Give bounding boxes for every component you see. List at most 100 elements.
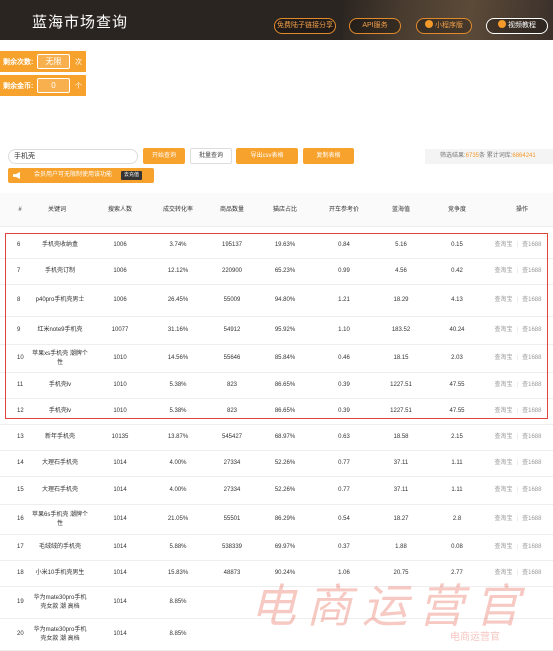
check-taobao-link[interactable]: 查淘宝 xyxy=(495,543,513,552)
export-csv-button[interactable]: 导出csv表格 xyxy=(236,148,298,164)
row-search-people: 10077 xyxy=(111,327,129,333)
row-actions: 查淘宝 | 查1688 xyxy=(488,259,548,284)
page-title: 蓝海市场查询 xyxy=(32,14,129,31)
row-index: 10 xyxy=(17,355,24,361)
row-goods: 54912 xyxy=(223,327,241,333)
row-cpc-price: 0.54 xyxy=(338,516,350,522)
check-taobao-link[interactable]: 查淘宝 xyxy=(495,433,513,442)
notice-text: 会员用户可无限制使用该功能 xyxy=(34,172,113,178)
row-blue-value: 1227.51 xyxy=(390,408,412,414)
check-taobao-link[interactable]: 查淘宝 xyxy=(495,267,513,276)
check-1688-link[interactable]: 查1688 xyxy=(522,241,541,250)
check-1688-link[interactable]: 查1688 xyxy=(522,381,541,390)
check-1688-link[interactable]: 查1688 xyxy=(522,267,541,276)
row-cpc-price: 0.46 xyxy=(338,355,350,361)
row-cpc-price: 0.39 xyxy=(338,382,350,388)
check-1688-link[interactable]: 查1688 xyxy=(522,459,541,468)
check-taobao-link[interactable]: 查淘宝 xyxy=(495,354,513,363)
remain-coins-value: 0 xyxy=(37,78,70,93)
check-taobao-link[interactable]: 查淘宝 xyxy=(495,381,513,390)
check-1688-link[interactable]: 查1688 xyxy=(522,515,541,524)
row-index: 11 xyxy=(17,382,24,388)
row-actions: 查淘宝 | 查1688 xyxy=(488,425,548,450)
nav-api-service[interactable]: API服务 xyxy=(349,18,401,34)
col-index: # xyxy=(18,206,22,213)
row-goods: 27334 xyxy=(223,487,241,493)
check-taobao-link[interactable]: 查淘宝 xyxy=(495,486,513,495)
check-1688-link[interactable]: 查1688 xyxy=(522,354,541,363)
row-tmall-ratio: 52.26% xyxy=(274,487,296,493)
search-input[interactable]: 手机壳 xyxy=(8,149,138,164)
nav-video-tutorial[interactable]: 视频教程 xyxy=(486,18,548,34)
col-conversion[interactable]: 成交转化率 xyxy=(148,193,208,227)
table-row: 11 手机壳lv 1010 5.38% 823 86.65% 0.39 1227.51 47.5… xyxy=(0,373,553,399)
row-conversion: 8.85% xyxy=(169,599,187,605)
check-taobao-link[interactable]: 查淘宝 xyxy=(495,407,513,416)
row-conversion: 4.00% xyxy=(169,487,187,493)
row-index: 17 xyxy=(17,544,24,550)
row-tmall-ratio: 85.84% xyxy=(274,355,296,361)
col-blue-value[interactable]: 蓝海值 xyxy=(374,193,428,227)
speaker-icon xyxy=(13,172,20,179)
start-query-button[interactable]: 开始查询 xyxy=(143,148,185,164)
col-cpc-price[interactable]: 开车参考价 xyxy=(314,193,374,227)
row-search-people: 1014 xyxy=(113,599,127,605)
row-goods: 55501 xyxy=(223,516,241,522)
row-competition: 47.55 xyxy=(449,408,465,414)
row-keyword: 大理石手机壳 xyxy=(41,487,78,493)
col-search-people[interactable]: 搜索人数 xyxy=(92,193,148,227)
remain-coins-label: 剩余金币: xyxy=(3,83,34,90)
row-cpc-price: 1.21 xyxy=(338,297,350,303)
nav-free-link-share[interactable]: 免费陆子链接分享 xyxy=(274,18,336,34)
stats-prefix: 筛选结果: xyxy=(440,153,466,159)
col-goods[interactable]: 商品数量 xyxy=(208,193,256,227)
check-taobao-link[interactable]: 查淘宝 xyxy=(495,296,513,305)
table-row: 10 苹果xs手机壳 潮牌个性 1010 14.56% 55646 85.84% 0.46 1… xyxy=(0,345,553,373)
check-1688-link[interactable]: 查1688 xyxy=(522,433,541,442)
row-index: 20 xyxy=(17,631,24,637)
check-1688-link[interactable]: 查1688 xyxy=(522,486,541,495)
row-competition: 47.55 xyxy=(449,382,465,388)
watermark-subtext: 电商运营官 xyxy=(450,632,500,643)
row-conversion: 3.74% xyxy=(169,242,187,248)
table-row: 14 大理石手机壳 1014 4.00% 27334 52.26% 0.77 37.11 1.1… xyxy=(0,451,553,477)
row-conversion: 5.38% xyxy=(169,408,187,414)
check-taobao-link[interactable]: 查淘宝 xyxy=(495,459,513,468)
check-1688-link[interactable]: 查1688 xyxy=(522,296,541,305)
row-tmall-ratio: 94.80% xyxy=(274,297,296,303)
row-conversion: 8.85% xyxy=(169,631,187,637)
row-keyword: p40pro手机壳男士 xyxy=(35,297,85,303)
recharge-button[interactable]: 去充值 xyxy=(121,171,143,180)
check-taobao-link[interactable]: 查淘宝 xyxy=(495,515,513,524)
row-blue-value: 18.58 xyxy=(393,434,409,440)
row-goods: 545427 xyxy=(221,434,243,440)
row-tmall-ratio: 86.29% xyxy=(274,516,296,522)
top-bar: 蓝海市场查询 免费陆子链接分享 API服务 小程序版 视频教程 xyxy=(0,0,553,40)
row-index: 19 xyxy=(17,599,24,605)
check-taobao-link[interactable]: 查淘宝 xyxy=(495,241,513,250)
col-competition[interactable]: 竞争度 xyxy=(430,193,484,227)
copy-table-button[interactable]: 复制表格 xyxy=(303,148,354,164)
check-1688-link[interactable]: 查1688 xyxy=(522,326,541,335)
row-keyword: 苹果xs手机壳 潮牌个性 xyxy=(32,350,88,366)
nav-miniprogram[interactable]: 小程序版 xyxy=(416,18,472,34)
col-keyword: 关键词 xyxy=(47,206,66,213)
action-separator: | xyxy=(516,327,519,333)
row-actions: 查淘宝 | 查1688 xyxy=(488,345,548,372)
stats-total: 6864241 xyxy=(512,153,536,159)
row-blue-value: 18.27 xyxy=(393,516,409,522)
row-index: 8 xyxy=(17,297,21,303)
row-search-people: 10135 xyxy=(111,434,129,440)
batch-query-button[interactable]: 批量查询 xyxy=(190,148,232,164)
row-competition: 4.13 xyxy=(451,297,463,303)
row-keyword: 红米note9手机壳 xyxy=(37,327,83,333)
row-cpc-price: 0.77 xyxy=(338,460,350,466)
check-taobao-link[interactable]: 查淘宝 xyxy=(495,326,513,335)
row-cpc-price: 0.39 xyxy=(338,408,350,414)
check-1688-link[interactable]: 查1688 xyxy=(522,407,541,416)
check-1688-link[interactable]: 查1688 xyxy=(522,543,541,552)
col-tmall-ratio[interactable]: 猫店占比 xyxy=(258,193,312,227)
row-goods: 823 xyxy=(226,408,237,414)
remain-coins-box: 剩余金币: 0 个 xyxy=(0,75,86,96)
row-actions: 查淘宝 | 查1688 xyxy=(488,535,548,560)
